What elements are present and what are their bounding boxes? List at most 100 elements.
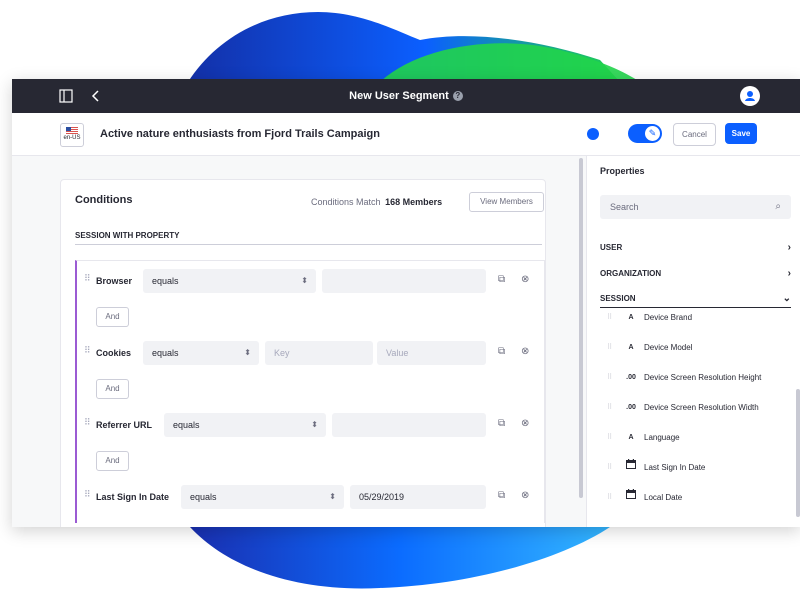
main-scrollbar[interactable]: [578, 156, 584, 527]
select-caret-icon: ⬍: [311, 420, 318, 429]
and-button[interactable]: And: [96, 451, 129, 471]
category-divider: [600, 307, 791, 308]
category-label: ORGANIZATION: [600, 269, 662, 278]
date-input[interactable]: 05/29/2019: [350, 485, 486, 509]
remove-icon[interactable]: ⊗: [521, 274, 529, 285]
drag-handle-icon[interactable]: ⠿: [607, 459, 612, 477]
value-input[interactable]: [322, 269, 486, 293]
view-members-button[interactable]: View Members: [469, 192, 544, 212]
property-name: Device Screen Resolution Height: [644, 373, 762, 382]
page-title-text: New User Segment: [349, 90, 449, 102]
drag-handle-icon[interactable]: ⠿: [84, 273, 91, 284]
search-placeholder: Search: [610, 202, 639, 212]
user-icon: [745, 91, 755, 101]
main-scrollbar-thumb[interactable]: [579, 158, 583, 498]
save-button[interactable]: Save: [725, 123, 757, 144]
segment-editor-window: New User Segment? en-US Active nature en…: [12, 79, 800, 527]
segment-header: en-US Active nature enthusiasts from Fjo…: [12, 113, 800, 156]
and-button[interactable]: And: [96, 307, 129, 327]
duplicate-icon[interactable]: ⧉: [498, 274, 505, 285]
properties-panel: Properties Search ⌕ USER › ORGANIZATION …: [586, 156, 800, 527]
chevron-right-icon: ›: [787, 242, 791, 253]
criteria-property: Cookies: [96, 348, 132, 358]
edit-toggle[interactable]: ✎: [628, 124, 662, 143]
drag-handle-icon[interactable]: ⠿: [84, 345, 91, 356]
category-organization[interactable]: ORGANIZATION ›: [600, 266, 791, 282]
user-avatar[interactable]: [740, 86, 760, 106]
drag-handle-icon[interactable]: ⠿: [607, 489, 612, 507]
search-icon[interactable]: ⌕: [775, 195, 781, 219]
operator-value: equals: [152, 276, 179, 286]
conditions-match: Conditions Match 168 Members: [311, 197, 442, 207]
category-label: SESSION: [600, 294, 636, 303]
property-item[interactable]: ⠿ Local Date: [607, 489, 797, 507]
page-title: New User Segment?: [12, 79, 800, 113]
operator-select[interactable]: equals ⬍: [143, 341, 259, 365]
number-type-icon: .00: [626, 374, 636, 381]
property-name: Device Screen Resolution Width: [644, 403, 759, 412]
criteria-property: Last Sign In Date: [96, 492, 170, 502]
drag-handle-icon[interactable]: ⠿: [607, 309, 612, 327]
property-item[interactable]: ⠿ A Device Brand: [607, 309, 797, 327]
remove-icon[interactable]: ⊗: [521, 346, 529, 357]
chevron-right-icon: ›: [787, 268, 791, 279]
drag-handle-icon[interactable]: ⠿: [84, 417, 91, 428]
text-type-icon: A: [628, 434, 634, 441]
locale-label: en-US: [63, 135, 81, 141]
drag-handle-icon[interactable]: ⠿: [607, 369, 612, 387]
match-label: Conditions Match: [311, 197, 381, 207]
conditions-title: Conditions: [75, 194, 133, 206]
calendar-icon: [623, 489, 639, 507]
cookie-value-input[interactable]: Value: [377, 341, 486, 365]
property-name: Language: [644, 433, 680, 442]
drag-handle-icon[interactable]: ⠿: [84, 489, 91, 500]
conditions-card: Conditions Conditions Match 168 Members …: [60, 179, 546, 527]
category-session[interactable]: SESSION ⌄: [600, 291, 791, 307]
panel-scrollbar[interactable]: [796, 389, 800, 517]
remove-icon[interactable]: ⊗: [521, 418, 529, 429]
cancel-button[interactable]: Cancel: [673, 123, 716, 146]
segment-name-field[interactable]: Active nature enthusiasts from Fjord Tra…: [100, 113, 380, 155]
operator-select[interactable]: equals ⬍: [143, 269, 316, 293]
section-label: SESSION WITH PROPERTY: [75, 231, 180, 240]
locale-selector[interactable]: en-US: [60, 123, 84, 147]
category-label: USER: [600, 243, 623, 252]
top-bar: New User Segment?: [12, 79, 800, 113]
help-icon[interactable]: ?: [452, 91, 463, 102]
remove-icon[interactable]: ⊗: [521, 490, 529, 501]
text-type-icon: A: [628, 314, 634, 321]
property-item[interactable]: ⠿ .00 Device Screen Resolution Height: [607, 369, 797, 387]
category-user[interactable]: USER ›: [600, 240, 791, 256]
value-input[interactable]: [332, 413, 486, 437]
property-item[interactable]: ⠿ Last Sign In Date: [607, 459, 797, 477]
select-caret-icon: ⬍: [301, 276, 308, 285]
property-item[interactable]: ⠿ .00 Device Screen Resolution Width: [607, 399, 797, 417]
select-caret-icon: ⬍: [244, 348, 251, 357]
properties-search-input[interactable]: Search ⌕: [600, 195, 791, 219]
property-name: Device Model: [644, 343, 693, 352]
us-flag-icon: [66, 127, 78, 134]
operator-select[interactable]: equals ⬍: [181, 485, 344, 509]
operator-value: equals: [190, 492, 217, 502]
duplicate-icon[interactable]: ⧉: [498, 418, 505, 429]
drag-handle-icon[interactable]: ⠿: [607, 339, 612, 357]
section-divider: [75, 244, 542, 245]
text-type-icon: A: [628, 344, 634, 351]
property-item[interactable]: ⠿ A Language: [607, 429, 797, 447]
duplicate-icon[interactable]: ⧉: [498, 490, 505, 501]
duplicate-icon[interactable]: ⧉: [498, 346, 505, 357]
operator-value: equals: [173, 420, 200, 430]
criteria-group: ⠿ Browser equals ⬍ ⧉ ⊗ And ⠿ Cookies equ…: [75, 260, 545, 523]
match-count: 168 Members: [385, 197, 443, 207]
property-item[interactable]: ⠿ A Device Model: [607, 339, 797, 357]
property-name: Last Sign In Date: [644, 463, 706, 472]
property-name: Local Date: [644, 493, 683, 502]
drag-handle-icon[interactable]: ⠿: [607, 399, 612, 417]
calendar-icon: [623, 459, 639, 477]
operator-select[interactable]: equals ⬍: [164, 413, 326, 437]
chevron-down-icon: ⌄: [782, 293, 791, 304]
cookie-key-input[interactable]: Key: [265, 341, 373, 365]
drag-handle-icon[interactable]: ⠿: [607, 429, 612, 447]
property-name: Device Brand: [644, 313, 693, 322]
and-button[interactable]: And: [96, 379, 129, 399]
